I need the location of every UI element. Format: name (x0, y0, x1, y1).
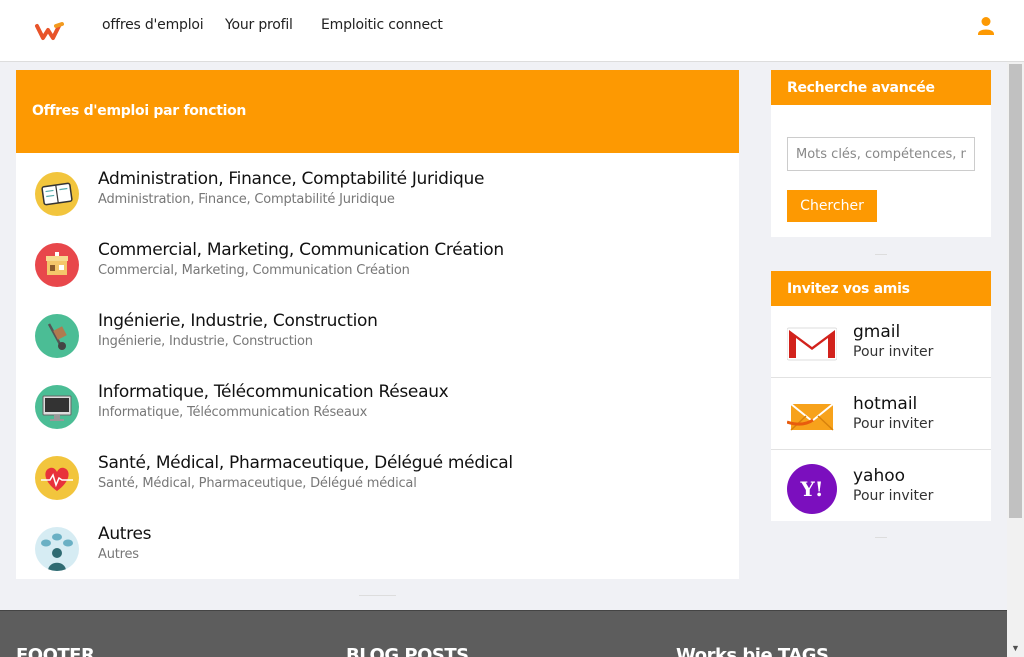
category-item[interactable]: Informatique, Télécommunication Réseaux … (16, 382, 739, 456)
scroll-down-icon[interactable]: ▼ (1011, 643, 1020, 653)
svg-text:Y!: Y! (799, 477, 823, 501)
footer-heading: FOOTER (16, 645, 95, 657)
category-subtitle: Ingénierie, Industrie, Construction (98, 334, 313, 349)
category-subtitle: Administration, Finance, Comptabilité Ju… (98, 192, 395, 207)
separator (875, 537, 887, 538)
separator (875, 254, 887, 255)
invite-item-yahoo[interactable]: Y! yahoo Pour inviter (771, 450, 991, 522)
top-navbar: offres d'emploi Your profil Emploitic co… (0, 0, 1024, 62)
vertical-scrollbar[interactable]: ▼ (1007, 62, 1024, 657)
invite-name: gmail (853, 322, 901, 342)
category-title[interactable]: Administration, Finance, Comptabilité Ju… (98, 169, 484, 189)
category-item[interactable]: Commercial, Marketing, Communication Cré… (16, 240, 739, 314)
category-item[interactable]: Santé, Médical, Pharmaceutique, Délégué … (16, 453, 739, 527)
invite-item-gmail[interactable]: gmail Pour inviter (771, 306, 991, 378)
heart-pulse-icon (35, 456, 79, 500)
notebook-icon (35, 172, 79, 216)
monitor-icon (35, 385, 79, 429)
category-item[interactable]: Ingénierie, Industrie, Construction Ingé… (16, 311, 739, 385)
hand-truck-icon (35, 314, 79, 358)
category-item[interactable]: Autres Autres (16, 524, 739, 598)
category-subtitle: Autres (98, 547, 139, 562)
invite-item-hotmail[interactable]: hotmail Pour inviter (771, 378, 991, 450)
user-icon[interactable] (977, 16, 995, 36)
advanced-search-box: Recherche avancée Chercher (771, 70, 991, 237)
invite-friends-title: Invitez vos amis (771, 271, 991, 306)
category-item[interactable]: Administration, Finance, Comptabilité Ju… (16, 169, 739, 243)
job-categories-panel: Offres d'emploi par fonction Administrat… (16, 70, 739, 579)
footer-heading: Works bie TAGS (676, 645, 829, 657)
separator (359, 595, 396, 596)
footer: FOOTER BLOG POSTS Works bie TAGS (0, 610, 1007, 657)
gmail-icon (787, 327, 837, 361)
footer-heading: BLOG POSTS (346, 645, 469, 657)
shop-icon (35, 243, 79, 287)
emploitic-logo[interactable] (34, 18, 68, 42)
speech-bubbles-icon (35, 527, 79, 571)
advanced-search-title: Recherche avancée (771, 70, 991, 105)
invite-action: Pour inviter (853, 416, 934, 432)
category-title[interactable]: Autres (98, 524, 152, 544)
invite-name: hotmail (853, 394, 918, 414)
hotmail-icon (787, 403, 834, 431)
search-button[interactable]: Chercher (787, 190, 877, 222)
category-subtitle: Commercial, Marketing, Communication Cré… (98, 263, 410, 278)
nav-emploitic-connect[interactable]: Emploitic connect (321, 17, 443, 33)
category-title[interactable]: Ingénierie, Industrie, Construction (98, 311, 378, 331)
invite-action: Pour inviter (853, 344, 934, 360)
nav-offres-emploi[interactable]: offres d'emploi (102, 17, 204, 33)
yahoo-icon: Y! (787, 464, 837, 514)
search-input[interactable] (787, 137, 975, 171)
category-subtitle: Santé, Médical, Pharmaceutique, Délégué … (98, 476, 417, 491)
nav-your-profil[interactable]: Your profil (225, 17, 293, 33)
category-title[interactable]: Commercial, Marketing, Communication Cré… (98, 240, 504, 260)
category-subtitle: Informatique, Télécommunication Réseaux (98, 405, 368, 420)
category-title[interactable]: Santé, Médical, Pharmaceutique, Délégué … (98, 453, 513, 473)
category-title[interactable]: Informatique, Télécommunication Réseaux (98, 382, 449, 402)
invite-action: Pour inviter (853, 488, 934, 504)
panel-title: Offres d'emploi par fonction (16, 70, 739, 153)
invite-friends-box: Invitez vos amis gmail Pour inviter hotm… (771, 271, 991, 521)
scrollbar-thumb[interactable] (1009, 64, 1022, 518)
invite-name: yahoo (853, 466, 906, 486)
